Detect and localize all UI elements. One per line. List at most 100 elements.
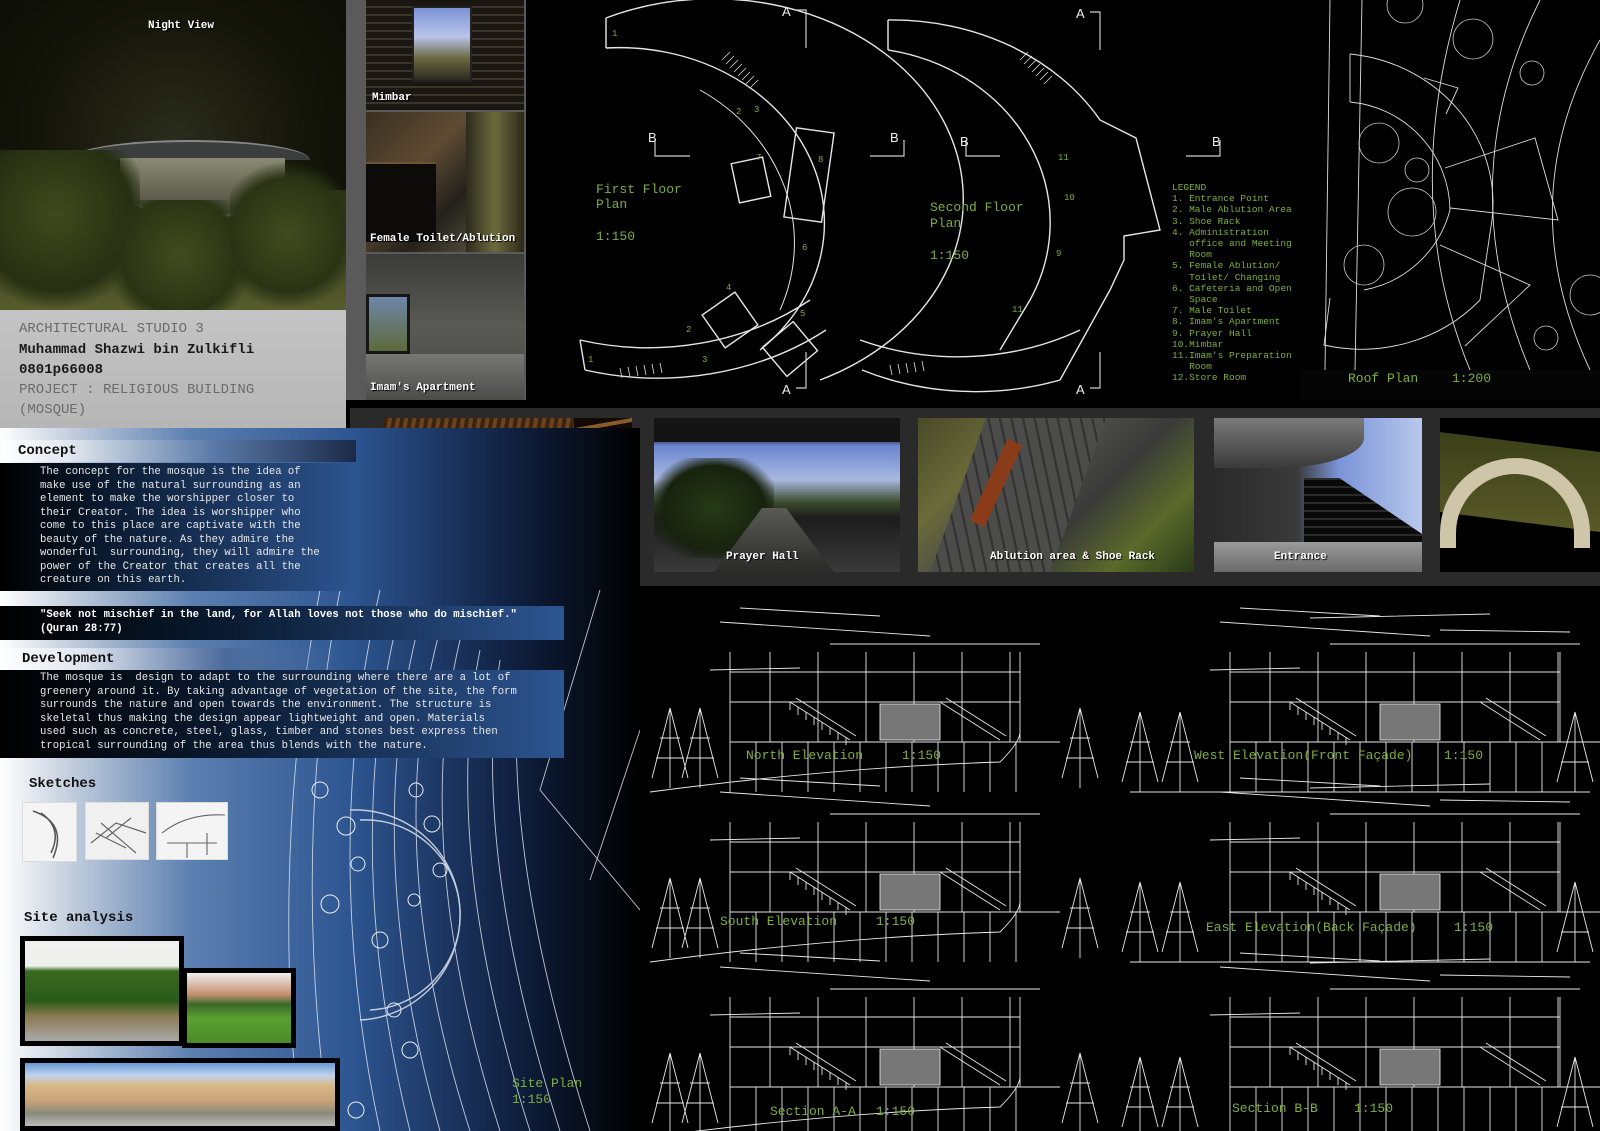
apartment-window <box>366 294 410 354</box>
section-aa-title: Section A-A <box>770 1104 856 1119</box>
second-floor-plan-title-line2: Plan <box>930 216 962 231</box>
legend-item: 7. Male Toilet <box>1172 305 1252 317</box>
tree-symbol <box>1121 711 1159 792</box>
imam-apartment-render: Imam's Apartment <box>366 254 524 400</box>
site-photo[interactable] <box>20 936 184 1046</box>
legend-item: Room <box>1172 249 1212 261</box>
student-name: Muhammad Shazwi bin Zulkifli <box>19 342 255 358</box>
night-view-render: Night View <box>0 0 346 310</box>
section-marker-a: A <box>1076 6 1085 21</box>
text-line: wonderful surrounding, they will admire … <box>40 547 320 559</box>
text-line: their Creator. The idea is worshipper wh… <box>40 506 301 519</box>
second-floor-outer-arc <box>887 19 1161 381</box>
section-marker-a: A <box>1076 382 1085 397</box>
room-number: 4 <box>726 283 731 293</box>
tree-symbol <box>1161 711 1199 792</box>
ablution-render: Ablution area & Shoe Rack <box>918 418 1194 572</box>
room-number: 2 <box>736 107 741 117</box>
east-elevation-title: East Elevation(Back Façade) <box>1206 920 1417 935</box>
tree-symbol <box>1061 707 1099 788</box>
section-marker-a: A <box>782 4 791 19</box>
roof-plan-title: Roof Plan <box>1348 371 1419 386</box>
room-number: 5 <box>800 309 805 319</box>
female-toilet-render: Female Toilet/Ablution <box>366 112 524 252</box>
text-line: surrounds the nature and open towards th… <box>40 699 492 711</box>
legend-item: Space <box>1172 294 1218 306</box>
prayer-hall-render: Prayer Hall <box>654 418 900 572</box>
text-line: used such as concrete, steel, glass, tim… <box>40 726 498 738</box>
text-line: make use of the natural surrounding as a… <box>40 479 301 492</box>
prayer-hall-caption: Prayer Hall <box>726 551 799 563</box>
sketch-perspective-icon <box>90 817 147 854</box>
site-plan-scale: 1:150 <box>512 1092 552 1107</box>
quote-source: (Quran 28:77) <box>40 623 123 635</box>
sketches-heading: Sketches <box>29 776 97 792</box>
text-line: greenery around it. By taking advantage … <box>40 685 517 698</box>
site-analysis-heading: Site analysis <box>24 910 134 926</box>
imam-apartment-caption: Imam's Apartment <box>370 382 476 394</box>
room-number: 2 <box>686 325 691 335</box>
section-marker-a: A <box>782 382 791 397</box>
west-elevation-scale: 1:150 <box>1444 748 1484 763</box>
roof-outer-arc <box>1323 53 1494 350</box>
sketch-thumbnail[interactable] <box>156 802 228 860</box>
text-line: creature on this earth. <box>40 574 187 586</box>
tree-symbol <box>1061 877 1099 958</box>
text-line: come to this place are captivate with th… <box>40 520 301 532</box>
text-line: element to make the worshipper closer to <box>40 493 295 505</box>
window-strip <box>466 112 524 252</box>
legend-item: office and Meeting <box>1172 238 1292 250</box>
section-marker-b: B <box>890 130 899 145</box>
course-title: ARCHITECTURAL STUDIO 3 <box>19 321 204 337</box>
legend-item: 8. Imam's Apartment <box>1172 316 1281 328</box>
east-elevation-glazing-panel <box>1379 873 1441 911</box>
entrance-caption: Entrance <box>1274 551 1327 563</box>
south-elevation-lines <box>649 777 1060 963</box>
roof-plan-label-bar <box>1300 370 1600 400</box>
south-elevation-scale: 1:150 <box>876 914 916 929</box>
legend-item: 2. Male Ablution Area <box>1172 204 1292 216</box>
legend-item: 9. Prayer Hall <box>1172 327 1252 339</box>
first-floor-mid-arc <box>699 89 795 311</box>
legend-item: 3. Shoe Rack <box>1172 215 1241 227</box>
prayer-hall-roof <box>654 418 900 442</box>
text-line: beauty of the nature. As they admire the <box>40 533 295 546</box>
site-panorama-photo[interactable] <box>20 1058 340 1131</box>
project-title: PROJECT : RELIGIOUS BUILDING <box>19 382 255 398</box>
tree-symbol <box>1161 881 1199 962</box>
mimbar-window <box>412 6 472 82</box>
legend: LEGEND 1. Entrance Point 2. Male Ablution… <box>1172 182 1292 384</box>
text-line: tropical surrounding of the area thus bl… <box>40 739 428 752</box>
section-aa-glazing-panel <box>879 1048 941 1086</box>
section-aa-wireframe <box>651 952 1099 1131</box>
east-elevation-scale: 1:150 <box>1454 920 1494 935</box>
sketch-thumbnail[interactable] <box>22 802 77 862</box>
room-number: 9 <box>1056 249 1061 259</box>
room-number: 10 <box>1064 193 1075 203</box>
room-number: 1 <box>588 355 593 365</box>
room-number: 7 <box>756 153 761 163</box>
west-elevation-glazing-panel <box>1379 703 1441 741</box>
first-floor-plan-title: First Floor <box>596 182 682 197</box>
tree-mass-right <box>230 160 346 310</box>
title-block: ARCHITECTURAL STUDIO 3 Muhammad Shazwi b… <box>0 310 346 428</box>
night-view-caption: Night View <box>148 20 215 32</box>
room-number: 11 <box>1012 305 1023 315</box>
first-floor-plan-title-line2: Plan <box>596 197 628 212</box>
room-number: 6 <box>802 243 807 253</box>
south-elevation-title: South Elevation <box>720 914 838 929</box>
site-photo[interactable] <box>182 968 296 1048</box>
roof-plan-scale: 1:200 <box>1452 371 1492 386</box>
site-plan-title: Site Plan <box>512 1076 583 1091</box>
legend-item: 4. Administration <box>1172 226 1269 238</box>
concept-heading: Concept <box>18 443 77 459</box>
sketch-thumbnail[interactable] <box>85 802 149 860</box>
first-floor-inner-arc <box>605 46 826 351</box>
west-elevation-wireframe <box>1121 607 1600 793</box>
legend-item: Room <box>1172 361 1212 373</box>
room-number: 3 <box>754 105 759 115</box>
west-elevation-lines <box>1130 607 1600 793</box>
section-aa-scale: 1:150 <box>876 1104 916 1119</box>
south-elevation-wireframe <box>649 777 1099 963</box>
second-floor-plan-title: Second Floor <box>930 200 1024 215</box>
